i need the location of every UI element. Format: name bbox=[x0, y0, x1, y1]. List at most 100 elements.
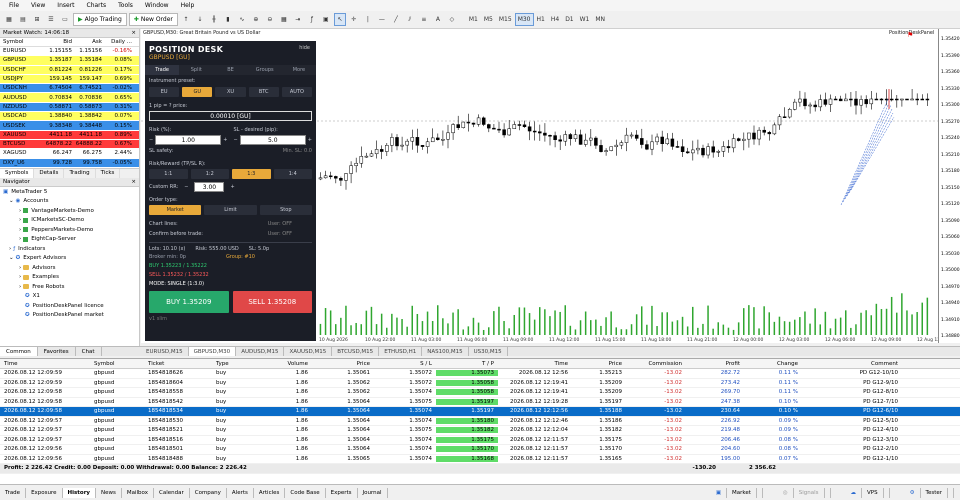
plus-icon[interactable]: + bbox=[308, 137, 312, 143]
minus-icon[interactable]: − bbox=[149, 137, 153, 143]
candle-chart-icon[interactable]: ▮ bbox=[222, 13, 234, 26]
bar-chart-icon[interactable]: ╫ bbox=[208, 13, 220, 26]
timeframe-h1[interactable]: H1 bbox=[534, 13, 548, 26]
tab-trading[interactable]: Trading bbox=[64, 168, 96, 178]
desk-tab-trade[interactable]: Trade bbox=[145, 65, 180, 75]
trendline-icon[interactable]: ╱ bbox=[390, 13, 402, 26]
custom-rr-field[interactable]: 3.00 bbox=[194, 182, 225, 192]
nav-account-item[interactable]: › EightCap-Server bbox=[3, 234, 139, 244]
text-icon[interactable]: A bbox=[432, 13, 444, 26]
risk-field[interactable]: 1.00 bbox=[155, 135, 222, 145]
nav-expert-item[interactable]: › Examples bbox=[3, 272, 139, 282]
algo-trading-button[interactable]: ▶ Algo Trading bbox=[73, 13, 127, 26]
market-watch-row[interactable]: EURUSD 1.15155 1.15156 -0.16% bbox=[0, 47, 139, 57]
tab-symbols[interactable]: Symbols bbox=[0, 168, 35, 178]
cursor-icon[interactable]: ↖ bbox=[333, 13, 346, 26]
preset-button[interactable]: GU bbox=[182, 87, 213, 97]
market-watch-row[interactable]: USDJPY 159.145 159.147 0.69% bbox=[0, 74, 139, 85]
toolbox-tab-journal[interactable]: Journal bbox=[358, 487, 388, 498]
nav-indicators[interactable]: › ƒ Indicators bbox=[3, 244, 139, 254]
nav-account-item[interactable]: › PeppersMarkets-Demo bbox=[3, 225, 139, 235]
crosshair-icon[interactable]: ✛ bbox=[348, 13, 360, 26]
close-icon[interactable]: × bbox=[131, 30, 136, 36]
rr-button[interactable]: 1:4 bbox=[273, 169, 312, 179]
table-row[interactable]: 2026.08.12 12:09:57 gbpusd 1854818521 buy 1.… bbox=[0, 426, 960, 436]
rr-button[interactable]: 1:2 bbox=[190, 169, 229, 179]
desk-tab-split[interactable]: Split bbox=[179, 65, 213, 75]
desk-tab-groups[interactable]: Groups bbox=[248, 65, 282, 75]
chart-tab[interactable]: NAS100,M15 bbox=[422, 347, 469, 356]
nav-expert-item[interactable]: ✪ PositionDeskPanel market bbox=[3, 310, 139, 320]
minus-icon[interactable]: − bbox=[234, 137, 238, 143]
market-watch-row[interactable]: NZDUSD 0.58871 0.58873 0.31% bbox=[0, 102, 139, 113]
rr-button[interactable]: 1:3 bbox=[232, 169, 271, 179]
chart-tab[interactable]: XAUUSD,M15 bbox=[284, 347, 333, 356]
status-tester[interactable]: ⚙ Tester bbox=[900, 487, 954, 498]
order-type-button[interactable]: Market bbox=[149, 205, 202, 215]
horizontal-line-icon[interactable]: — bbox=[376, 13, 388, 26]
menu-insert[interactable]: Insert bbox=[51, 2, 80, 9]
vertical-line-icon[interactable]: | bbox=[362, 13, 374, 26]
chart-tab[interactable]: US30,M15 bbox=[469, 347, 508, 356]
market-watch-row[interactable]: USDCAD 1.38840 1.38842 0.07% bbox=[0, 112, 139, 122]
mw-column-header[interactable]: Bid bbox=[44, 39, 74, 45]
pip-field[interactable]: 0.00010 [GU] bbox=[149, 111, 312, 121]
status-market[interactable]: ▣ Market bbox=[706, 487, 763, 498]
toolbox-tab-articles[interactable]: Articles bbox=[254, 487, 286, 498]
sl-field[interactable]: 5.0 bbox=[239, 135, 306, 145]
timeframe-d1[interactable]: D1 bbox=[562, 13, 576, 26]
nav-expert-item[interactable]: ✪ X1 bbox=[3, 291, 139, 301]
order-type-button[interactable]: Stop bbox=[259, 205, 312, 215]
timeframe-h4[interactable]: H4 bbox=[548, 13, 562, 26]
market-watch-row[interactable]: DXY_U6 99.728 99.758 -0.05% bbox=[0, 158, 139, 168]
nav-expert-item[interactable]: › Advisors bbox=[3, 263, 139, 273]
sell-button[interactable]: SELL 1.35208 bbox=[232, 291, 312, 313]
nav-root[interactable]: ▣ MetaTrader 5 bbox=[3, 187, 139, 197]
chart-tab[interactable]: ETHUSD,H1 bbox=[379, 347, 423, 356]
market-watch-row[interactable]: USDSEK 9.38348 9.38448 0.15% bbox=[0, 121, 139, 131]
chart-lines-toggle[interactable]: User: OFF bbox=[268, 221, 292, 227]
tab-common[interactable]: Common bbox=[0, 347, 38, 356]
rr-button[interactable]: 1:1 bbox=[149, 169, 188, 179]
menu-window[interactable]: Window bbox=[139, 2, 175, 9]
close-icon[interactable]: × bbox=[131, 179, 136, 185]
timeframe-m30[interactable]: M30 bbox=[514, 13, 534, 26]
status-signals[interactable]: ◎ Signals bbox=[773, 487, 831, 498]
new-order-button[interactable]: ✚ New Order bbox=[128, 13, 178, 26]
table-row[interactable]: 2026.08.12 12:09:57 gbpusd 1854818530 buy 1.… bbox=[0, 417, 960, 426]
toolbox-tab-mailbox[interactable]: Mailbox bbox=[122, 487, 154, 498]
menu-tools[interactable]: Tools bbox=[112, 2, 139, 9]
preset-button[interactable]: AUTO bbox=[281, 87, 313, 97]
mw-column-header[interactable]: Symbol bbox=[0, 39, 44, 45]
toolbox-tab-calendar[interactable]: Calendar bbox=[154, 487, 190, 498]
buy-icon[interactable]: ↑ bbox=[180, 13, 192, 26]
timeframe-w1[interactable]: W1 bbox=[577, 13, 593, 26]
chart-tab[interactable]: EURUSD,M15 bbox=[141, 347, 189, 356]
table-row[interactable]: 2026.08.12 12:09:59 gbpusd 1854818604 buy 1.… bbox=[0, 379, 960, 388]
order-type-button[interactable]: Limit bbox=[204, 205, 257, 215]
nav-expert-item[interactable]: › Free Robots bbox=[3, 282, 139, 292]
table-row[interactable]: 2026.08.12 12:09:58 gbpusd 1854818558 buy 1.… bbox=[0, 388, 960, 398]
menu-help[interactable]: Help bbox=[175, 2, 201, 9]
plus-icon[interactable]: + bbox=[230, 184, 234, 190]
table-row[interactable]: 2026.08.12 12:09:56 gbpusd 1854818501 buy 1.… bbox=[0, 445, 960, 455]
toolbox-tab-trade[interactable]: Trade bbox=[0, 487, 27, 498]
table-header[interactable]: Time Symbol Ticket Type Volume Price S / L T / … bbox=[0, 359, 960, 369]
zoom-in-icon[interactable]: ⊕ bbox=[250, 13, 262, 26]
sell-icon[interactable]: ↓ bbox=[194, 13, 206, 26]
table-row[interactable]: 2026.08.12 12:09:58 gbpusd 1854818542 buy 1.… bbox=[0, 398, 960, 407]
toolbox-tab-code-base[interactable]: Code Base bbox=[285, 487, 326, 498]
market-watch-row[interactable]: USDCHF 0.81224 0.81226 0.17% bbox=[0, 65, 139, 75]
fibo-icon[interactable]: ≡ bbox=[418, 13, 430, 26]
timeframe-m5[interactable]: M5 bbox=[481, 13, 496, 26]
menu-file[interactable]: File bbox=[3, 2, 25, 9]
table-row[interactable]: 2026.08.12 12:09:56 gbpusd 1854818488 buy 1.… bbox=[0, 455, 960, 464]
tab-favorites[interactable]: Favorites bbox=[38, 347, 76, 356]
desk-tab-be[interactable]: BE bbox=[213, 65, 247, 75]
chart-tab[interactable]: AUDUSD,M15 bbox=[236, 347, 285, 356]
confirm-toggle[interactable]: User: OFF bbox=[268, 231, 292, 237]
preset-button[interactable]: XU bbox=[215, 87, 246, 97]
market-watch-row[interactable]: XAUUSD 4411.18 4411.18 0.89% bbox=[0, 130, 139, 140]
toolbox-tab-company[interactable]: Company bbox=[190, 487, 227, 498]
tab-chat[interactable]: Chat bbox=[76, 347, 102, 356]
